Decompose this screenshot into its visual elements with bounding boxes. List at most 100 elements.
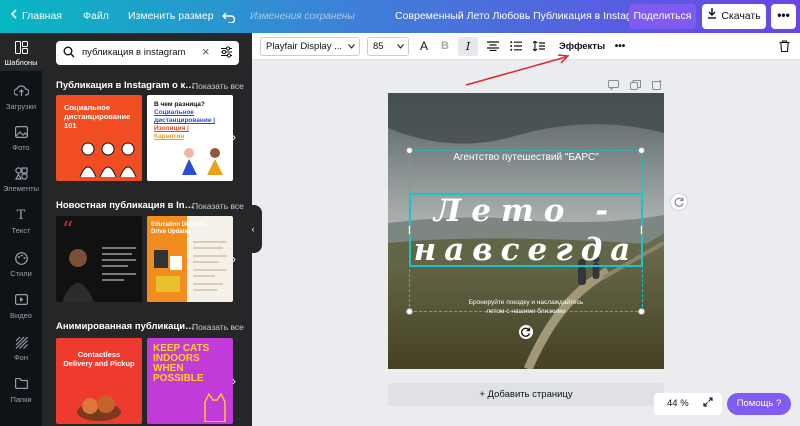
title-line-1[interactable]: Лето - <box>388 193 664 229</box>
font-size-value: 85 <box>373 41 384 52</box>
collapse-panel-handle[interactable]: ‹ <box>244 205 262 253</box>
background-icon <box>0 336 42 350</box>
undo-icon <box>222 8 236 24</box>
school-supplies-illustration <box>154 250 182 292</box>
chevron-right-icon[interactable]: › <box>232 130 236 144</box>
resize-menu[interactable]: Изменить размер <box>128 0 214 33</box>
rail-label: Видео <box>10 311 32 320</box>
left-rail: Шаблоны Загрузки Фото Элементы T Текст С… <box>0 33 42 426</box>
top-bar: Главная Файл Изменить размер Изменения с… <box>0 0 800 33</box>
rail-item-styles[interactable]: Стили <box>0 252 42 278</box>
styles-icon <box>0 252 42 266</box>
thumb-text: дистанцирование | <box>154 117 216 124</box>
page-refresh-button[interactable] <box>670 193 688 211</box>
download-button[interactable]: Скачать <box>702 4 766 29</box>
rail-label: Фото <box>12 143 30 152</box>
home-link[interactable]: Главная <box>10 0 62 33</box>
clear-search-icon[interactable]: × <box>202 44 210 59</box>
bold-button[interactable]: B <box>438 37 452 56</box>
home-label: Главная <box>22 10 62 22</box>
text-lines-decoration <box>193 241 227 291</box>
video-icon <box>0 294 42 308</box>
template-thumb-difference[interactable]: В чем разница? Социальное дистанцировани… <box>147 95 233 181</box>
delete-button[interactable] <box>777 37 791 56</box>
rail-label: Стили <box>10 269 32 278</box>
template-thumb-education[interactable]: Education Districts Drive Updates <box>147 216 233 302</box>
trash-icon <box>779 40 789 53</box>
template-thumb-social-distancing[interactable]: Социальное дистанцирование 101 <box>56 95 142 181</box>
rail-label: Папки <box>10 395 32 404</box>
agency-text[interactable]: Агентство путешествий "БАРС" <box>388 152 664 163</box>
chevron-left-icon <box>10 0 17 33</box>
search-icon <box>63 46 75 61</box>
font-size-select[interactable]: 85 <box>367 37 409 56</box>
rail-item-background[interactable]: Фон <box>0 336 42 362</box>
rail-item-uploads[interactable]: Загрузки <box>0 85 42 111</box>
section-title-news: Новостная публикация в Instagram <box>56 200 196 211</box>
rotate-icon <box>521 327 531 337</box>
help-button[interactable]: Помощь ? <box>727 393 791 415</box>
rotate-handle[interactable] <box>519 325 533 339</box>
text-color-icon: A <box>419 39 428 53</box>
share-button[interactable]: Поделиться <box>629 4 696 29</box>
thumb-text: Социальное <box>154 109 194 116</box>
filter-icon[interactable] <box>220 46 233 61</box>
thumb-text: “ <box>62 218 74 243</box>
rail-item-elements[interactable]: Элементы <box>0 167 42 193</box>
template-thumb-cats[interactable]: KEEP CATS INDOORS WHEN POSSIBLE <box>147 338 233 424</box>
section-title-animated: Анимированная публикация в Instagram <box>56 321 196 332</box>
more-toolbar-button[interactable]: ••• <box>612 37 628 56</box>
rail-label: Текст <box>11 226 31 235</box>
thumb-text: Изоляция | <box>154 125 189 132</box>
font-family-select[interactable]: Playfair Display ... <box>260 37 360 56</box>
document-title[interactable]: Современный Лето Любовь Публикация в Ins… <box>395 0 650 33</box>
text-icon: T <box>16 208 26 223</box>
rail-item-photos[interactable]: Фото <box>0 126 42 152</box>
rail-item-video[interactable]: Видео <box>0 294 42 320</box>
elements-icon <box>0 167 42 181</box>
show-all-link[interactable]: Показать все <box>192 81 244 91</box>
rail-label: Элементы <box>3 184 39 193</box>
rail-item-templates[interactable]: Шаблоны <box>0 33 42 71</box>
template-thumb-delivery[interactable]: Contactless Delivery and Pickup <box>56 338 142 424</box>
subtitle-line-1[interactable]: Бронируйте поездку и наслаждайтесь <box>388 299 664 306</box>
rail-item-text[interactable]: T Текст <box>0 208 42 236</box>
design-canvas[interactable]: Агентство путешествий "БАРС" Лето - навс… <box>388 93 664 369</box>
chevron-right-icon[interactable]: › <box>232 252 236 266</box>
sitting-people-illustration <box>182 148 223 175</box>
rail-label: Шаблоны <box>4 58 38 67</box>
save-status: Изменения сохранены <box>250 11 355 22</box>
text-color-button[interactable]: A <box>417 37 431 56</box>
thumb-text: Delivery and Pickup <box>63 359 135 368</box>
zoom-control[interactable]: 44 % <box>654 393 722 415</box>
more-dots-icon: ••• <box>777 8 790 22</box>
subtitle-line-2[interactable]: летом с нашими близкими <box>388 308 664 315</box>
templates-icon <box>0 41 42 55</box>
chevron-left-icon: ‹ <box>251 224 255 234</box>
line-spacing-icon <box>532 40 545 53</box>
search-input[interactable]: публикация в instagram × <box>56 41 239 65</box>
rail-item-folders[interactable]: Папки <box>0 377 42 404</box>
download-label: Скачать <box>721 10 761 22</box>
more-options-button[interactable]: ••• <box>771 4 796 29</box>
thumb-text: В чем разница? <box>154 101 205 108</box>
add-page-button[interactable]: + Добавить страницу <box>388 383 664 406</box>
chevron-down-icon <box>397 38 404 55</box>
thumb-text: дистанцирование <box>64 112 131 121</box>
food-illustration <box>77 395 121 421</box>
thumb-text: Карантин <box>154 133 185 140</box>
show-all-link[interactable]: Показать все <box>192 322 244 332</box>
thumb-text: Социальное <box>64 103 111 112</box>
show-all-link[interactable]: Показать все <box>192 201 244 211</box>
file-menu[interactable]: Файл <box>83 0 109 33</box>
refresh-icon <box>674 197 684 207</box>
undo-button[interactable] <box>222 0 236 33</box>
thumb-text: Drive Updates <box>151 229 192 235</box>
title-line-2[interactable]: навсегда <box>388 232 664 268</box>
align-center-icon <box>487 41 499 52</box>
chevron-right-icon[interactable]: › <box>232 374 236 388</box>
search-value: публикация в instagram <box>82 47 186 58</box>
cat-illustration <box>204 392 226 422</box>
template-thumb-quote[interactable]: “ <box>56 216 142 302</box>
fullscreen-icon[interactable] <box>703 394 713 416</box>
